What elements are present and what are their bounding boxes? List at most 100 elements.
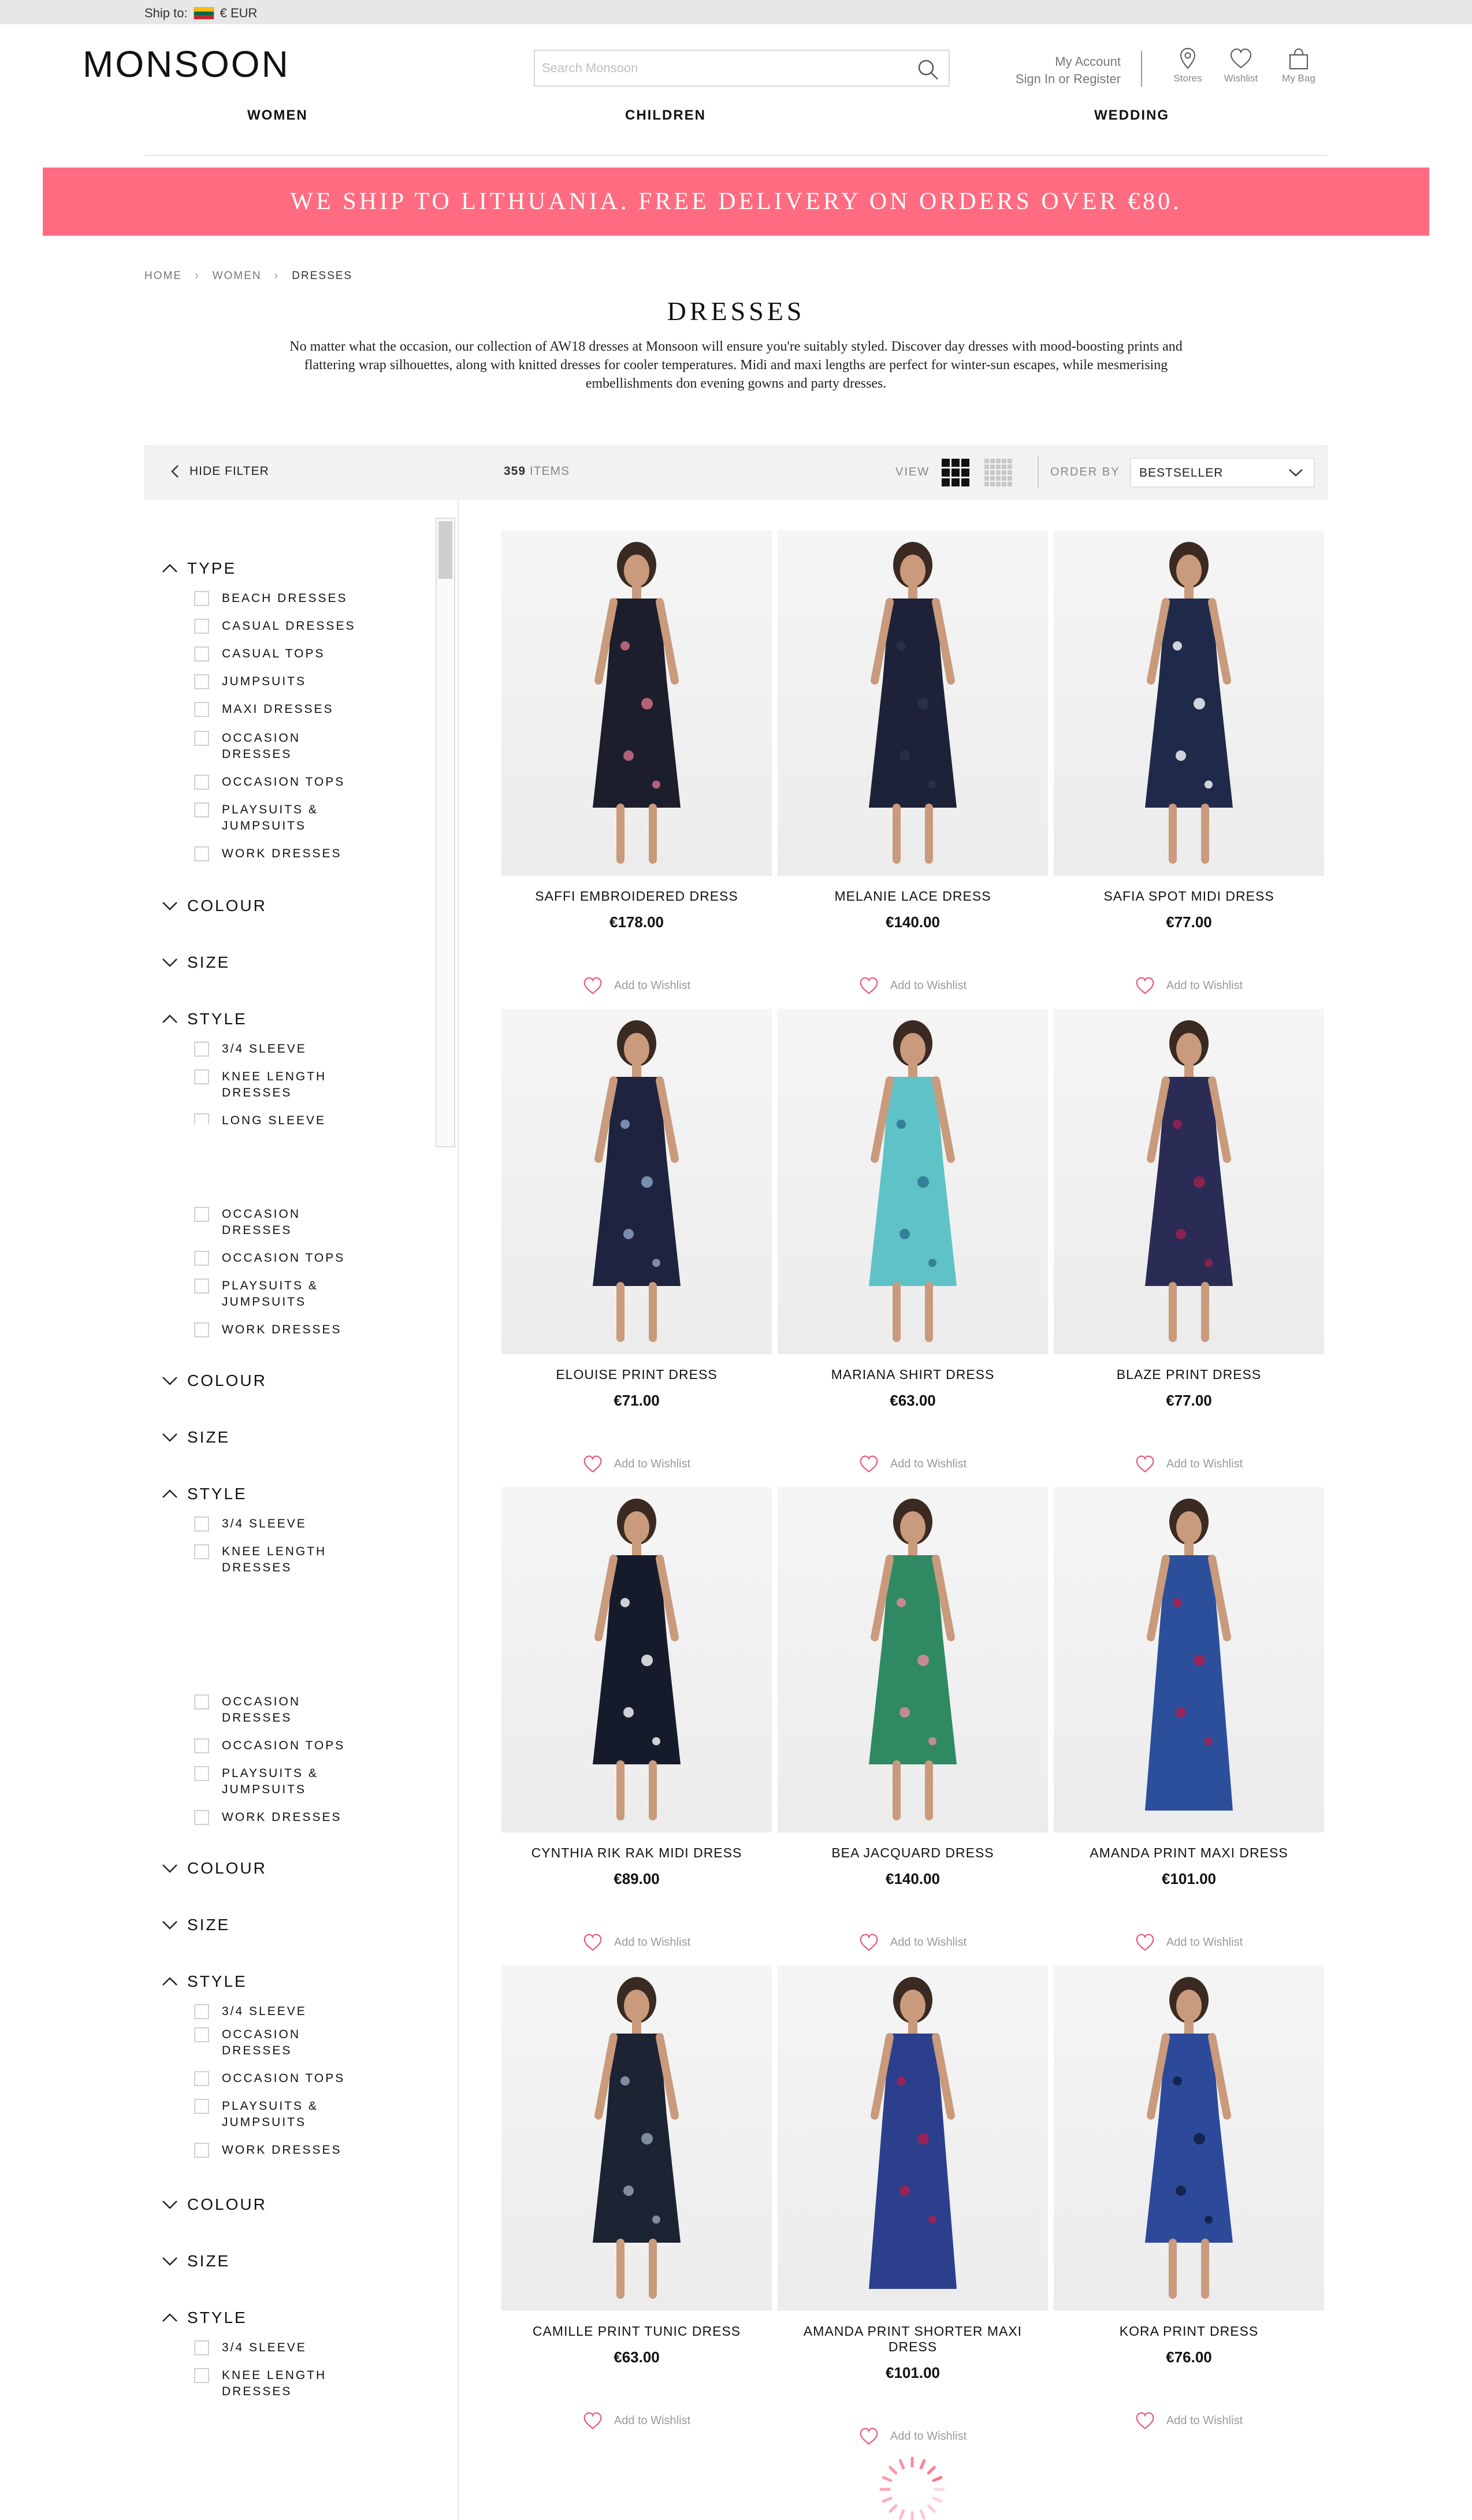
filter-checkbox[interactable] (194, 1738, 209, 1753)
nav-women[interactable]: WOMEN (247, 107, 308, 124)
filter-checkbox[interactable] (194, 2027, 209, 2042)
product-card[interactable]: CYNTHIA RIK RAK MIDI DRESS €89.00 Add to W… (501, 1487, 772, 1952)
filter-heading-size[interactable]: SIZE (162, 953, 230, 972)
add-to-wishlist-button[interactable]: Add to Wishlist (501, 1933, 772, 1952)
product-image[interactable] (778, 1965, 1048, 2311)
breadcrumb-women[interactable]: WOMEN (213, 270, 262, 283)
stores-link[interactable]: Stores (1165, 47, 1211, 84)
product-name[interactable]: AMANDA PRINT MAXI DRESS (1054, 1845, 1324, 1861)
filter-checkbox[interactable] (194, 1810, 209, 1825)
filter-option[interactable]: OCCASION DRESSES (194, 1694, 360, 1726)
filter-checkbox[interactable] (194, 731, 209, 746)
filter-option[interactable]: MAXI DRESSES (194, 701, 360, 718)
add-to-wishlist-button[interactable]: Add to Wishlist (778, 2427, 1048, 2445)
product-name[interactable]: AMANDA PRINT SHORTER MAXI DRESS (778, 2324, 1048, 2355)
filter-heading-colour[interactable]: COLOUR (162, 897, 267, 915)
product-card[interactable]: BLAZE PRINT DRESS €77.00 Add to Wishlist (1054, 1009, 1324, 1473)
filter-option[interactable]: KNEE LENGTH DRESSES (194, 1069, 360, 1101)
product-name[interactable]: ELOUISE PRINT DRESS (501, 1367, 772, 1382)
filter-checkbox[interactable] (194, 846, 209, 861)
add-to-wishlist-button[interactable]: Add to Wishlist (1054, 2411, 1324, 2430)
filter-checkbox[interactable] (194, 1251, 209, 1266)
filter-checkbox[interactable] (194, 1113, 209, 1124)
ship-to-selector[interactable]: Ship to: € EUR (144, 6, 257, 21)
product-image[interactable] (778, 1487, 1048, 1833)
product-card[interactable]: SAFIA SPOT MIDI DRESS €77.00 Add to Wishli… (1054, 530, 1324, 995)
filter-checkbox[interactable] (194, 1069, 209, 1084)
filter-heading-style[interactable]: STYLE (162, 2309, 247, 2327)
filter-option[interactable]: 3/4 SLEEVE (194, 2340, 360, 2356)
filter-checkbox[interactable] (194, 702, 209, 717)
add-to-wishlist-button[interactable]: Add to Wishlist (1054, 1455, 1324, 1473)
filter-option[interactable]: PLAYSUITS & JUMPSUITS (194, 2098, 360, 2131)
product-image[interactable] (778, 530, 1048, 876)
filter-option[interactable]: JUMPSUITS (194, 674, 360, 690)
promo-banner[interactable]: WE SHIP TO LITHUANIA. FREE DELIVERY ON O… (43, 168, 1429, 236)
filter-heading-size[interactable]: SIZE (162, 2252, 230, 2270)
filter-checkbox[interactable] (194, 2368, 209, 2383)
product-card[interactable]: AMANDA PRINT SHORTER MAXI DRESS €101.00 Ad… (778, 1965, 1048, 2445)
filter-option[interactable]: OCCASION DRESSES (194, 1206, 360, 1239)
nav-children[interactable]: CHILDREN (625, 107, 706, 124)
sign-in-register-link[interactable]: Sign In or Register (982, 70, 1121, 88)
product-name[interactable]: SAFFI EMBROIDERED DRESS (501, 889, 772, 904)
filter-option[interactable]: WORK DRESSES (194, 1809, 360, 1826)
monsoon-logo[interactable]: MONSOON (83, 43, 290, 86)
product-card[interactable]: AMANDA PRINT MAXI DRESS €101.00 Add to Wis… (1054, 1487, 1324, 1952)
filter-option[interactable]: OCCASION TOPS (194, 1738, 360, 1754)
filter-scrollbar-thumb[interactable] (438, 521, 452, 579)
filter-option[interactable]: 3/4 SLEEVE (194, 2004, 360, 2020)
filter-checkbox[interactable] (194, 1694, 209, 1709)
filter-checkbox[interactable] (194, 2099, 209, 2114)
add-to-wishlist-button[interactable]: Add to Wishlist (778, 1933, 1048, 1952)
filter-option[interactable]: OCCASION DRESSES (194, 2027, 360, 2059)
filter-checkbox[interactable] (194, 646, 209, 661)
my-bag-link[interactable]: My Bag (1276, 47, 1322, 84)
filter-option[interactable]: OCCASION DRESSES (194, 730, 360, 763)
wishlist-link[interactable]: Wishlist (1218, 47, 1264, 84)
filter-checkbox[interactable] (194, 1766, 209, 1781)
my-account-link[interactable]: My Account Sign In or Register (982, 53, 1121, 88)
filter-heading-colour[interactable]: COLOUR (162, 1371, 267, 1390)
product-name[interactable]: CAMILLE PRINT TUNIC DRESS (501, 2324, 772, 2339)
add-to-wishlist-button[interactable]: Add to Wishlist (501, 976, 772, 995)
filter-checkbox[interactable] (194, 2071, 209, 2086)
product-card[interactable]: KORA PRINT DRESS €76.00 Add to Wishlist (1054, 1965, 1324, 2430)
filter-option[interactable]: PLAYSUITS & JUMPSUITS (194, 802, 360, 834)
filter-option[interactable]: WORK DRESSES (194, 846, 360, 862)
product-name[interactable]: KORA PRINT DRESS (1054, 2324, 1324, 2339)
product-image[interactable] (1054, 1965, 1324, 2311)
filter-checkbox[interactable] (194, 2004, 209, 2019)
product-image[interactable] (1054, 1487, 1324, 1833)
filter-checkbox[interactable] (194, 2340, 209, 2355)
add-to-wishlist-button[interactable]: Add to Wishlist (501, 2411, 772, 2430)
filter-scrollbar[interactable] (436, 518, 455, 1147)
filter-option[interactable]: KNEE LENGTH DRESSES (194, 2367, 360, 2400)
filter-option[interactable]: 3/4 SLEEVE (194, 1041, 360, 1057)
filter-heading-size[interactable]: SIZE (162, 1916, 230, 1934)
product-image[interactable] (501, 1487, 772, 1833)
product-name[interactable]: BEA JACQUARD DRESS (778, 1845, 1048, 1861)
filter-option[interactable]: WORK DRESSES (194, 1322, 360, 1338)
filter-option[interactable]: CASUAL TOPS (194, 646, 360, 662)
product-name[interactable]: BLAZE PRINT DRESS (1054, 1367, 1324, 1382)
filter-checkbox[interactable] (194, 1207, 209, 1222)
add-to-wishlist-button[interactable]: Add to Wishlist (778, 976, 1048, 995)
filter-option[interactable]: BEACH DRESSES (194, 590, 360, 607)
filter-checkbox[interactable] (194, 802, 209, 817)
hide-filter-button[interactable]: HIDE FILTER (171, 464, 269, 478)
product-name[interactable]: MELANIE LACE DRESS (778, 889, 1048, 904)
search-icon[interactable] (916, 58, 939, 81)
product-card[interactable]: CAMILLE PRINT TUNIC DRESS €63.00 Add to Wi… (501, 1965, 772, 2430)
product-image[interactable] (501, 530, 772, 876)
nav-wedding[interactable]: WEDDING (1094, 107, 1169, 124)
filter-checkbox[interactable] (194, 619, 209, 634)
filter-option[interactable]: LONG SLEEVE (194, 1113, 360, 1124)
grid-3-view-icon[interactable] (939, 456, 972, 489)
filter-option[interactable]: PLAYSUITS & JUMPSUITS (194, 1766, 360, 1798)
filter-heading-type[interactable]: TYPE (162, 559, 236, 578)
search-input[interactable] (535, 51, 893, 86)
filter-option[interactable]: OCCASION TOPS (194, 1250, 360, 1266)
filter-option[interactable]: KNEE LENGTH DRESSES (194, 1544, 360, 1576)
add-to-wishlist-button[interactable]: Add to Wishlist (1054, 1933, 1324, 1952)
